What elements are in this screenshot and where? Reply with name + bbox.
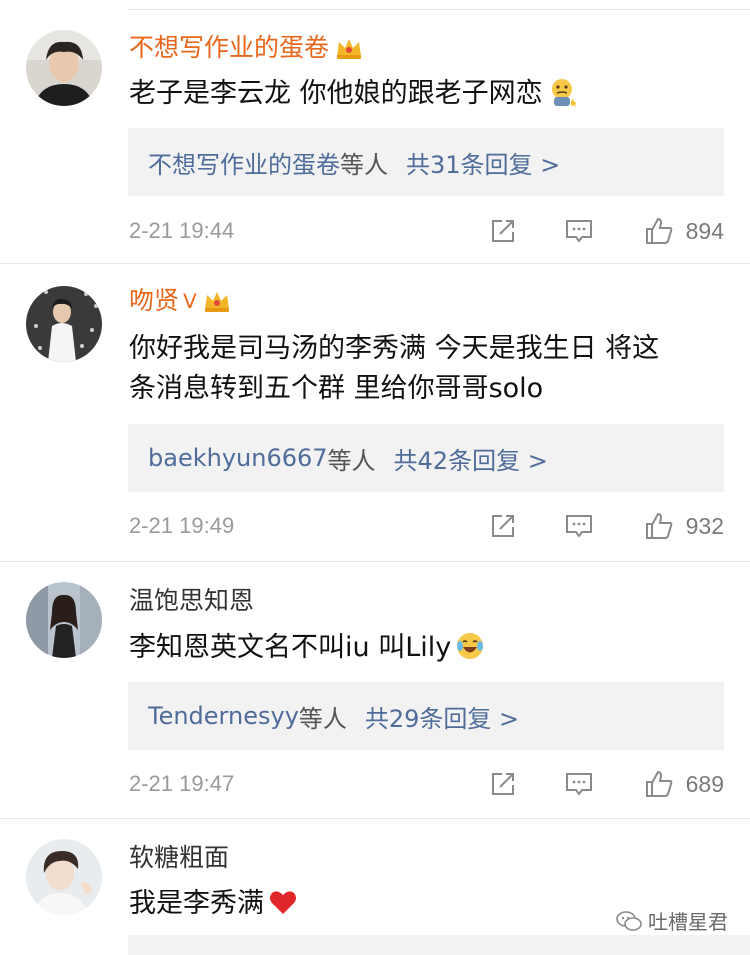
red-heart-emoji-icon: [270, 891, 296, 914]
like-icon[interactable]: [644, 769, 674, 799]
reply-etc: 等人: [298, 704, 347, 733]
comment-meta: 2-21 19:47 689: [129, 769, 724, 799]
reply-count-link[interactable]: 共31条回复 >: [406, 145, 560, 180]
comment-feed: 不想写作业的蛋卷 老子是李云龙 你他娘的跟老子网恋 不想写作业的蛋卷 等人 共3…: [0, 0, 750, 955]
like-count: 689: [685, 770, 724, 797]
comment-meta: 2-21 19:49 932: [129, 511, 724, 541]
comment-text: 你好我是司马汤的李秀满 今天是我生日 将这 条消息转到五个群 里给你哥哥solo: [129, 329, 722, 409]
reply-author[interactable]: baekhyun6667: [148, 444, 328, 472]
username-text[interactable]: 温饱思知恩: [129, 586, 254, 616]
username[interactable]: 不想写作业的蛋卷: [129, 33, 363, 63]
username[interactable]: 温饱思知恩: [129, 586, 254, 616]
reply-author[interactable]: 不想写作业的蛋卷: [148, 145, 340, 180]
vip-level-mark: ᐯ: [183, 289, 197, 313]
comment-item: 吻贤 ᐯ 你好我是司马汤的李秀满 今天是我生日 将这 条消息转到五个群 里给你哥哥…: [0, 264, 750, 562]
comment-icon[interactable]: [564, 511, 594, 541]
timestamp: 2-21 19:47: [129, 771, 235, 796]
comment-text-content: 我是李秀满: [129, 888, 264, 919]
reply-count-link[interactable]: 共42条回复 >: [394, 441, 548, 476]
crown-icon: [337, 39, 362, 59]
action-bar: 689: [488, 769, 724, 799]
reply-summary[interactable]: 不想写作业的蛋卷 等人 共31条回复 >: [128, 128, 724, 196]
comment-text-line: 条消息转到五个群 里给你哥哥solo: [129, 373, 544, 404]
username-text[interactable]: 不想写作业的蛋卷: [129, 33, 329, 63]
share-icon[interactable]: [488, 511, 518, 541]
watermark-text: 吐槽星君: [648, 910, 728, 934]
avatar[interactable]: [26, 286, 102, 362]
watermark: 吐槽星君: [616, 906, 728, 935]
share-icon[interactable]: [488, 216, 518, 246]
reply-summary-partial: [128, 935, 750, 955]
reply-summary[interactable]: Tendernesyy 等人 共29条回复 >: [128, 682, 724, 750]
avatar[interactable]: [26, 839, 102, 915]
action-bar: 932: [488, 511, 724, 541]
username-text[interactable]: 吻贤: [129, 286, 179, 316]
timestamp: 2-21 19:49: [129, 513, 235, 538]
reply-author[interactable]: Tendernesyy: [148, 702, 299, 730]
wechat-icon: [616, 910, 642, 931]
comment-meta: 2-21 19:44 894: [129, 216, 724, 246]
avatar[interactable]: [26, 30, 102, 106]
reply-etc: 等人: [327, 446, 376, 475]
crown-icon: [204, 292, 229, 312]
comment-icon[interactable]: [564, 769, 594, 799]
share-icon[interactable]: [488, 769, 518, 799]
laugh-cry-emoji-icon: [457, 633, 484, 659]
reply-etc: 等人: [340, 150, 388, 179]
comment-item: 温饱思知恩 李知恩英文名不叫iu 叫Lily Tendernesyy 等人 共2…: [0, 562, 750, 819]
like-count: 894: [685, 217, 724, 244]
reply-summary[interactable]: baekhyun6667 等人 共42条回复 >: [128, 424, 724, 492]
comment-item: 不想写作业的蛋卷 老子是李云龙 你他娘的跟老子网恋 不想写作业的蛋卷 等人 共3…: [0, 0, 750, 264]
comment-text-content: 李知恩英文名不叫iu 叫Lily: [129, 632, 452, 663]
timestamp: 2-21 19:44: [129, 218, 235, 243]
comment-text-line: 你好我是司马汤的李秀满 今天是我生日 将这: [129, 333, 660, 364]
like-icon[interactable]: [644, 216, 674, 246]
comment-text-content: 老子是李云龙 你他娘的跟老子网恋: [129, 78, 543, 109]
action-bar: 894: [488, 216, 724, 246]
comment-text: 老子是李云龙 你他娘的跟老子网恋: [129, 74, 722, 114]
thinking-emoji-icon: [551, 79, 577, 107]
username-text[interactable]: 软糖粗面: [129, 843, 229, 873]
comment-icon[interactable]: [564, 216, 594, 246]
comment-text: 李知恩英文名不叫iu 叫Lily: [129, 628, 722, 668]
like-icon[interactable]: [644, 511, 674, 541]
reply-count-link[interactable]: 共29条回复 >: [365, 699, 519, 734]
like-count: 932: [685, 512, 724, 539]
username[interactable]: 软糖粗面: [129, 843, 229, 873]
username[interactable]: 吻贤 ᐯ: [129, 286, 231, 316]
avatar[interactable]: [26, 582, 102, 658]
